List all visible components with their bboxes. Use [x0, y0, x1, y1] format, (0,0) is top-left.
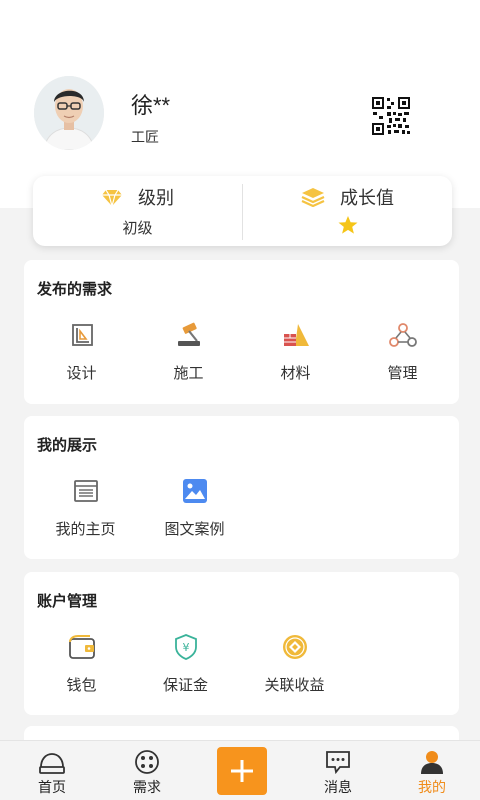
level-label: 级别	[138, 188, 174, 208]
grid-item-label: 管理	[387, 365, 418, 382]
tab-demand[interactable]: 需求	[102, 741, 192, 800]
tab-label: 我的	[418, 779, 446, 795]
growth-stat[interactable]: 成长值	[243, 176, 452, 246]
growth-label: 成长值	[340, 188, 394, 208]
publish-plus-button[interactable]	[217, 747, 267, 795]
star-icon	[338, 216, 357, 234]
management-icon	[349, 320, 456, 350]
message-icon	[293, 741, 383, 775]
image-case-icon	[141, 476, 248, 506]
grid-item-label: 材料	[280, 365, 311, 382]
section-title: 发布的需求	[37, 281, 113, 298]
grid-item-label: 设计	[66, 365, 97, 382]
grid-item-deposit[interactable]: ¥ 保证金	[132, 632, 239, 695]
level-value: 初级	[122, 220, 153, 237]
plus-icon	[231, 760, 253, 782]
grid-item-my-homepage[interactable]: 我的主页	[32, 476, 139, 539]
grid-item-management[interactable]: 管理	[349, 320, 456, 383]
tab-label: 消息	[324, 779, 352, 795]
grid-item-label: 保证金	[162, 677, 208, 694]
account-management-card: 账户管理 钱包 ¥ 保证金 关联收益	[24, 572, 459, 715]
tab-profile[interactable]: 我的	[387, 741, 477, 800]
growth-stars	[243, 215, 452, 240]
svg-text:¥: ¥	[182, 641, 189, 654]
earnings-coin-icon	[241, 632, 348, 662]
tab-label: 需求	[133, 779, 161, 795]
grid-item-label: 关联收益	[264, 677, 325, 694]
wallet-icon	[28, 632, 135, 662]
grid-item-image-cases[interactable]: 图文案例	[141, 476, 248, 539]
section-title: 账户管理	[37, 593, 98, 610]
grid-item-earnings[interactable]: 关联收益	[241, 632, 348, 695]
user-role: 工匠	[131, 129, 159, 145]
grid-item-label: 我的主页	[55, 521, 116, 538]
profile-icon	[387, 741, 477, 775]
demand-icon	[102, 741, 192, 775]
my-showcase-card: 我的展示 我的主页 图文案例	[24, 416, 459, 559]
qr-code-icon[interactable]	[371, 96, 411, 136]
stats-panel: 级别 初级 成长值	[33, 176, 452, 246]
tab-messages[interactable]: 消息	[293, 741, 383, 800]
published-demands-card: 发布的需求 设计 施工 材料 管理	[24, 260, 459, 404]
grid-item-label: 施工	[173, 365, 204, 382]
avatar[interactable]	[34, 76, 104, 150]
grid-item-label: 钱包	[66, 677, 97, 694]
level-stat[interactable]: 级别 初级	[33, 176, 242, 246]
layers-icon	[301, 188, 340, 208]
grid-item-materials[interactable]: 材料	[242, 320, 349, 383]
bottom-tab-bar: 首页 需求 消息 我的	[0, 740, 480, 800]
grid-item-label: 图文案例	[164, 521, 225, 538]
grid-item-wallet[interactable]: 钱包	[28, 632, 135, 695]
materials-icon	[242, 320, 349, 350]
home-icon	[7, 741, 97, 775]
tab-label: 首页	[38, 779, 66, 795]
tab-home[interactable]: 首页	[7, 741, 97, 800]
homepage-list-icon	[32, 476, 139, 506]
diamond-icon	[101, 188, 138, 209]
design-icon	[28, 320, 135, 350]
grid-item-design[interactable]: 设计	[28, 320, 135, 383]
deposit-shield-icon: ¥	[132, 632, 239, 662]
section-title: 我的展示	[37, 437, 98, 454]
construction-hammer-icon	[135, 320, 242, 350]
user-name: 徐**	[131, 93, 171, 118]
grid-item-construction[interactable]: 施工	[135, 320, 242, 383]
